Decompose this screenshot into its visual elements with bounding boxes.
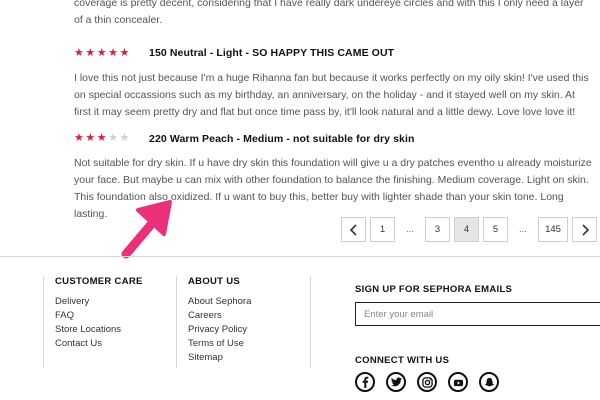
star-filled-icon: ★ bbox=[85, 132, 96, 144]
social-links bbox=[355, 372, 499, 392]
star-filled-icon: ★ bbox=[108, 47, 118, 59]
connect-heading: CONNECT WITH US bbox=[355, 355, 450, 366]
pagination-ellipsis: ... bbox=[406, 224, 414, 235]
star-filled-icon: ★ bbox=[96, 47, 107, 59]
email-field[interactable] bbox=[356, 303, 600, 325]
facebook-icon[interactable] bbox=[355, 372, 375, 392]
pagination-page-current[interactable]: 4 bbox=[454, 217, 479, 242]
about-us-heading: ABOUT US bbox=[188, 276, 241, 287]
youtube-icon[interactable] bbox=[448, 372, 468, 392]
footer-link-terms-of-use[interactable]: Terms of Use bbox=[188, 337, 251, 351]
footer-link-about-sephora[interactable]: About Sephora bbox=[188, 295, 251, 309]
pagination-page[interactable]: 1 bbox=[370, 217, 395, 242]
review-title: 220 Warm Peach - Medium - not suitable f… bbox=[149, 133, 415, 145]
twitter-icon[interactable] bbox=[386, 372, 406, 392]
star-filled-icon: ★ bbox=[85, 47, 96, 59]
footer-link-privacy-policy[interactable]: Privacy Policy bbox=[188, 323, 251, 337]
email-field-wrapper bbox=[355, 302, 600, 326]
pagination: 1 ... 3 4 5 ... 145 bbox=[341, 217, 600, 242]
star-filled-icon: ★ bbox=[119, 47, 130, 59]
review-text: I love this not just because I'm a huge … bbox=[74, 72, 589, 118]
pagination-prev-button[interactable] bbox=[341, 217, 366, 242]
pagination-page[interactable]: 145 bbox=[538, 217, 568, 242]
snapchat-icon[interactable] bbox=[479, 372, 499, 392]
chevron-right-icon bbox=[581, 223, 589, 236]
footer-divider bbox=[0, 256, 600, 257]
star-filled-icon: ★ bbox=[74, 132, 84, 144]
footer-link-sitemap[interactable]: Sitemap bbox=[188, 351, 251, 365]
chevron-left-icon bbox=[349, 223, 357, 236]
column-divider bbox=[310, 276, 311, 368]
review-title: 150 Neutral - Light - SO HAPPY THIS CAME… bbox=[149, 47, 395, 59]
pagination-page[interactable]: 3 bbox=[425, 217, 450, 242]
rating-stars: ★ ★ ★ ★ ★ bbox=[74, 133, 129, 144]
column-divider bbox=[176, 276, 177, 368]
customer-care-column: CUSTOMER CARE Delivery FAQ Store Locatio… bbox=[55, 276, 143, 351]
customer-care-heading: CUSTOMER CARE bbox=[55, 276, 143, 287]
footer-link-faq[interactable]: FAQ bbox=[55, 309, 143, 323]
pagination-ellipsis: ... bbox=[519, 224, 527, 235]
column-divider bbox=[43, 276, 44, 368]
rating-stars: ★ ★ ★ ★ ★ bbox=[74, 48, 129, 59]
review-text: coverage is pretty decent, considering t… bbox=[74, 0, 584, 26]
star-empty-icon: ★ bbox=[119, 132, 130, 144]
footer-link-delivery[interactable]: Delivery bbox=[55, 295, 143, 309]
instagram-icon[interactable] bbox=[417, 372, 437, 392]
footer-link-contact-us[interactable]: Contact Us bbox=[55, 337, 143, 351]
footer-link-careers[interactable]: Careers bbox=[188, 309, 251, 323]
footer-link-store-locations[interactable]: Store Locations bbox=[55, 323, 143, 337]
about-us-column: ABOUT US About Sephora Careers Privacy P… bbox=[188, 276, 251, 365]
email-signup-heading: SIGN UP FOR SEPHORA EMAILS bbox=[355, 284, 513, 295]
star-empty-icon: ★ bbox=[108, 132, 118, 144]
star-filled-icon: ★ bbox=[96, 132, 107, 144]
star-filled-icon: ★ bbox=[74, 47, 84, 59]
pagination-page[interactable]: 5 bbox=[483, 217, 508, 242]
pagination-next-button[interactable] bbox=[572, 217, 597, 242]
